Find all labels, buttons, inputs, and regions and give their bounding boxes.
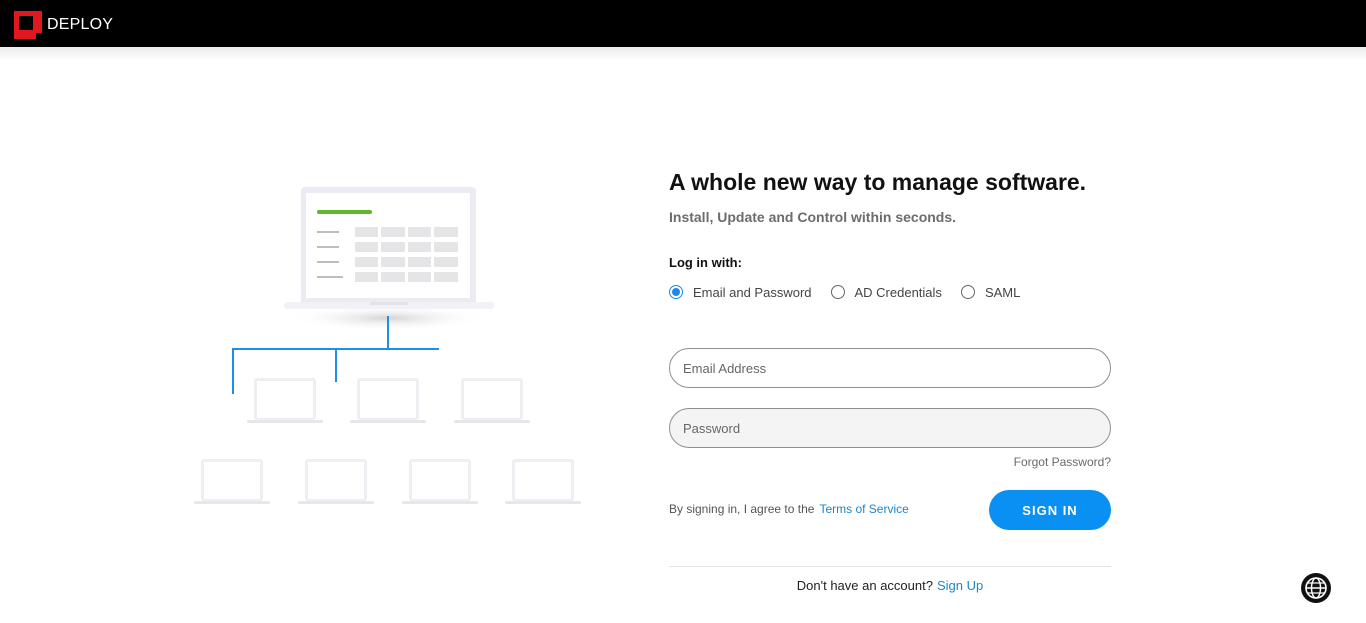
radio-saml[interactable]: SAML [960, 284, 1021, 300]
client-laptop [454, 378, 530, 423]
login-panel: A whole new way to manage software. Inst… [669, 168, 1111, 593]
forgot-password-link[interactable]: Forgot Password? [1014, 455, 1111, 469]
top-navigation-bar: DEPLOY [0, 0, 1366, 47]
radio-button[interactable] [830, 285, 845, 299]
client-laptop [194, 459, 270, 504]
globe-icon [1305, 577, 1327, 599]
deploy-logo-icon [14, 11, 42, 39]
client-laptop [350, 378, 426, 423]
sign-in-button[interactable]: SIGN IN [989, 490, 1111, 530]
client-laptop [247, 378, 323, 423]
client-laptop [505, 459, 581, 504]
sign-up-link[interactable]: Sign Up [937, 578, 983, 593]
main-laptop [284, 187, 494, 331]
radio-button[interactable] [960, 285, 975, 299]
radio-button-selected[interactable] [669, 285, 683, 299]
deploy-logo[interactable]: DEPLOY [14, 11, 113, 39]
radio-ad-credentials[interactable]: AD Credentials [830, 284, 942, 300]
page-headline: A whole new way to manage software. [669, 169, 1087, 195]
radio-label: Email and Password [693, 284, 812, 300]
client-laptop [402, 459, 478, 504]
terms-of-service-link[interactable]: Terms of Service [819, 502, 908, 516]
login-method-label: Log in with: [669, 255, 742, 270]
brand-name: DEPLOY [47, 16, 114, 33]
header-shadow [0, 47, 1366, 61]
no-account-text: Don't have an account? [796, 578, 933, 593]
language-button[interactable] [1301, 573, 1331, 603]
divider [669, 566, 1111, 567]
radio-label: SAML [984, 284, 1021, 300]
page-subtitle: Install, Update and Control within secon… [669, 209, 957, 225]
signup-prompt: Don't have an account? Sign Up [669, 578, 1111, 593]
radio-email-password[interactable]: Email and Password [669, 285, 812, 300]
email-field[interactable] [669, 348, 1111, 388]
network-illustration [194, 187, 581, 504]
login-method-options: Email and Password AD Credentials SAML [669, 283, 1111, 301]
terms-prefix: By signing in, I agree to the [669, 502, 815, 516]
radio-label: AD Credentials [854, 284, 942, 300]
terms-agreement: By signing in, I agree to the Terms of Se… [669, 502, 909, 516]
password-field[interactable] [669, 408, 1111, 448]
client-laptop [298, 459, 374, 504]
